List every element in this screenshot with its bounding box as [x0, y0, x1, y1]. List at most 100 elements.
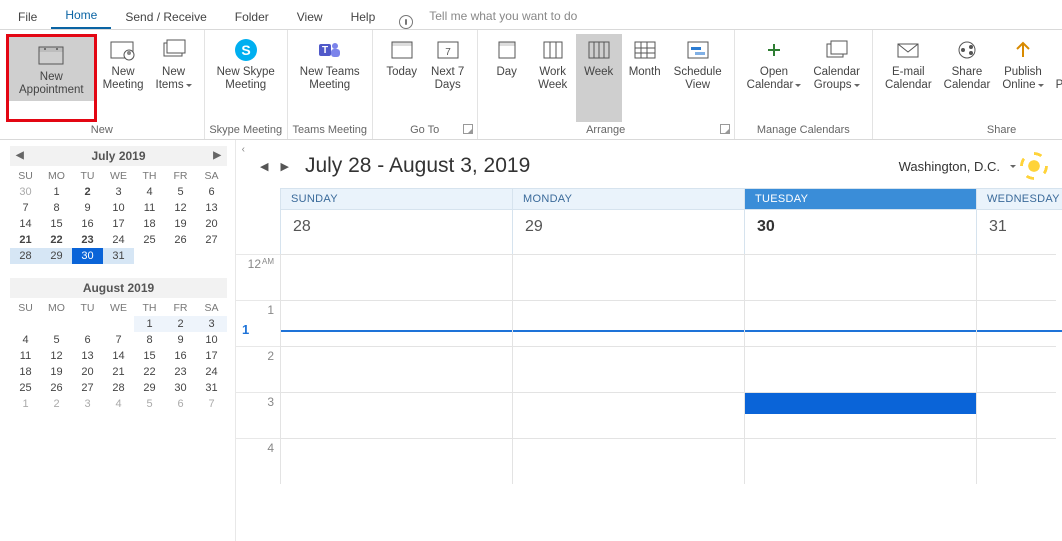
mini-day[interactable]: 23: [72, 232, 103, 248]
mini-day[interactable]: 27: [196, 232, 227, 248]
month-button[interactable]: Month: [622, 34, 668, 122]
tab-file[interactable]: File: [4, 4, 51, 29]
mini-day[interactable]: 13: [196, 200, 227, 216]
mini-day[interactable]: 30: [165, 380, 196, 396]
mini-day[interactable]: 1: [10, 396, 41, 412]
mini-day[interactable]: 17: [196, 348, 227, 364]
mini-day[interactable]: 26: [165, 232, 196, 248]
next-week-icon[interactable]: ▶: [274, 156, 294, 177]
time-slot[interactable]: [280, 254, 512, 300]
tab-home[interactable]: Home: [51, 2, 111, 29]
time-grid[interactable]: 1 12AM1234: [236, 254, 1062, 541]
publish-online-button[interactable]: Publish Online: [996, 34, 1049, 122]
mini-day[interactable]: 10: [196, 332, 227, 348]
time-slot[interactable]: [512, 438, 744, 484]
mini-day[interactable]: 15: [134, 348, 165, 364]
mini-day[interactable]: 13: [72, 348, 103, 364]
mini-day[interactable]: 7: [10, 200, 41, 216]
mini-day[interactable]: 16: [72, 216, 103, 232]
mini-day[interactable]: 3: [72, 396, 103, 412]
mini-day[interactable]: 27: [72, 380, 103, 396]
mini-day[interactable]: 12: [41, 348, 72, 364]
time-slot[interactable]: [280, 300, 512, 346]
mini-day[interactable]: 1: [134, 316, 165, 332]
mini-day[interactable]: 2: [72, 184, 103, 200]
mini-day[interactable]: 30: [10, 184, 41, 200]
mini-day[interactable]: 4: [10, 332, 41, 348]
time-slot[interactable]: [976, 254, 1056, 300]
dayhdr-wed[interactable]: WEDNESDAY: [976, 188, 1062, 210]
mini-day[interactable]: 3: [196, 316, 227, 332]
mini-day[interactable]: 7: [196, 396, 227, 412]
mini-day[interactable]: 21: [103, 364, 134, 380]
mini-day[interactable]: 20: [72, 364, 103, 380]
mini-day[interactable]: 19: [41, 364, 72, 380]
week-button[interactable]: Week: [576, 34, 622, 122]
mini-day[interactable]: 26: [41, 380, 72, 396]
mini-day[interactable]: 21: [10, 232, 41, 248]
tab-help[interactable]: Help: [337, 4, 390, 29]
time-slot[interactable]: [512, 346, 744, 392]
collapse-sidebar-icon[interactable]: ‹: [242, 144, 245, 155]
mini-day[interactable]: 31: [103, 248, 134, 264]
email-calendar-button[interactable]: E-mail Calendar: [879, 34, 938, 122]
mini-day[interactable]: 30: [72, 248, 103, 264]
mini-day[interactable]: 29: [134, 380, 165, 396]
mini-day[interactable]: 31: [196, 380, 227, 396]
mini-day[interactable]: 17: [103, 216, 134, 232]
mini-day[interactable]: 18: [134, 216, 165, 232]
mini-day[interactable]: 22: [134, 364, 165, 380]
new-meeting-button[interactable]: New Meeting: [97, 34, 150, 122]
mini-day[interactable]: 10: [103, 200, 134, 216]
mini-day[interactable]: 4: [103, 396, 134, 412]
time-slot[interactable]: [744, 438, 976, 484]
time-slot[interactable]: [512, 300, 744, 346]
prev-week-icon[interactable]: ◀: [254, 156, 274, 177]
datenum-30[interactable]: 30: [744, 210, 976, 254]
tab-folder[interactable]: Folder: [221, 4, 283, 29]
time-slot[interactable]: [280, 346, 512, 392]
mini-day[interactable]: 23: [165, 364, 196, 380]
weather-location[interactable]: Washington, D.C.: [899, 156, 1044, 176]
workweek-button[interactable]: Work Week: [530, 34, 576, 122]
day-button[interactable]: Day: [484, 34, 530, 122]
mini-day[interactable]: 9: [72, 200, 103, 216]
prev-month-icon[interactable]: ◀: [12, 148, 28, 163]
mini-day[interactable]: 16: [165, 348, 196, 364]
dayhdr-tue[interactable]: TUESDAY: [744, 188, 976, 210]
dayhdr-mon[interactable]: MONDAY: [512, 188, 744, 210]
calendar-permissions-button[interactable]: Calendar Permissions: [1050, 34, 1062, 122]
mini-day[interactable]: 29: [41, 248, 72, 264]
share-calendar-button[interactable]: Share Calendar: [938, 34, 997, 122]
new-teams-meeting-button[interactable]: T New Teams Meeting: [294, 34, 366, 122]
tab-view[interactable]: View: [283, 4, 337, 29]
mini-day[interactable]: 2: [41, 396, 72, 412]
mini-day[interactable]: 18: [10, 364, 41, 380]
mini-day[interactable]: 9: [165, 332, 196, 348]
mini-day[interactable]: 2: [165, 316, 196, 332]
mini-day[interactable]: 6: [72, 332, 103, 348]
mini-day[interactable]: 14: [103, 348, 134, 364]
time-slot[interactable]: [280, 438, 512, 484]
schedule-view-button[interactable]: Schedule View: [668, 34, 728, 122]
mini-day[interactable]: 5: [165, 184, 196, 200]
new-appointment-button[interactable]: New Appointment: [9, 37, 94, 101]
datenum-29[interactable]: 29: [512, 210, 744, 254]
mini-day[interactable]: 7: [103, 332, 134, 348]
mini-day[interactable]: 8: [134, 332, 165, 348]
dialog-launcher-icon[interactable]: [720, 124, 730, 134]
mini-day[interactable]: 3: [103, 184, 134, 200]
mini-day[interactable]: 8: [41, 200, 72, 216]
new-items-button[interactable]: New Items: [150, 34, 198, 122]
mini-day[interactable]: 25: [10, 380, 41, 396]
datenum-28[interactable]: 28: [280, 210, 512, 254]
time-slot[interactable]: [976, 346, 1056, 392]
mini-day[interactable]: 25: [134, 232, 165, 248]
mini-day[interactable]: 11: [10, 348, 41, 364]
time-slot[interactable]: [744, 300, 976, 346]
mini-day[interactable]: 6: [165, 396, 196, 412]
mini-day[interactable]: 12: [165, 200, 196, 216]
mini-day[interactable]: 4: [134, 184, 165, 200]
dayhdr-sun[interactable]: SUNDAY: [280, 188, 512, 210]
mini-grid-july[interactable]: SUMOTUWETHFRSA30123456789101112131415161…: [10, 168, 227, 264]
